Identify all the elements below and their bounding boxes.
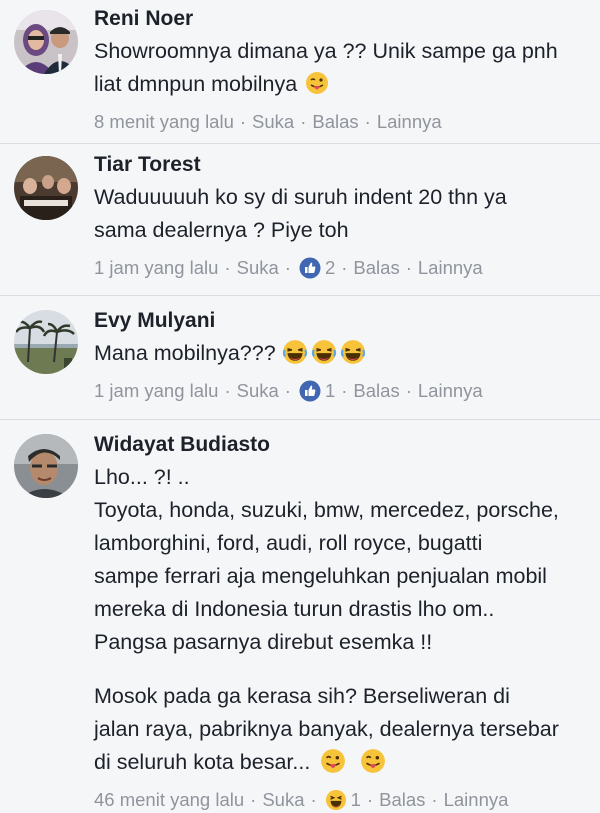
reply-button[interactable]: Balas (353, 255, 399, 281)
timestamp[interactable]: 1 jam yang lalu (94, 378, 218, 404)
comment-evy-mulyani: Evy Mulyani Mana mobilnya??? 1 jam yang … (0, 296, 600, 420)
like-button[interactable]: Suka (262, 787, 304, 813)
like-reaction-icon[interactable] (299, 257, 321, 279)
comment-text: Showroomnya dimana ya ?? Unik sampe ga p… (94, 39, 558, 96)
commenter-name[interactable]: Tiar Torest (94, 152, 590, 178)
haha-reaction-icon[interactable] (325, 789, 347, 811)
reaction-count[interactable]: 1 (325, 378, 335, 404)
tongue-out-emoji-icon (306, 72, 329, 95)
avatar[interactable] (14, 434, 78, 498)
reply-button[interactable]: Balas (379, 787, 425, 813)
comment-text: Waduuuuuh ko sy di suruh indent 20 thn y… (94, 185, 507, 242)
comment-text: Mana mobilnya??? (94, 337, 590, 370)
laughing-emoji-icon (282, 340, 307, 365)
comment-text: Lho... ?! .. Toyota, honda, suzuki, bmw,… (94, 465, 559, 774)
comment-widayat-budiasto: Widayat Budiasto Lho... ?! .. Toyota, ho… (0, 420, 600, 811)
timestamp[interactable]: 1 jam yang lalu (94, 255, 218, 281)
comment-meta: 1 jam yang lalu · Suka · 1 · Balas · Lai… (94, 378, 590, 404)
like-button[interactable]: Suka (237, 255, 279, 281)
tongue-out-emoji-icon (321, 749, 346, 774)
comment-reni-noer: Reni Noer Showroomnya dimana ya ?? Unik … (0, 0, 600, 144)
comment-tiar-torest: Tiar Torest Waduuuuuh ko sy di suruh ind… (0, 144, 600, 296)
like-reaction-icon[interactable] (299, 380, 321, 402)
laughing-emoji-icon (311, 340, 336, 365)
timestamp[interactable]: 46 menit yang lalu (94, 787, 244, 813)
avatar[interactable] (14, 310, 78, 374)
avatar[interactable] (14, 10, 78, 74)
commenter-name[interactable]: Reni Noer (94, 6, 590, 32)
comment-meta: 8 menit yang lalu · Suka · Balas · Lainn… (94, 109, 590, 135)
like-button[interactable]: Suka (252, 109, 294, 135)
comment-meta: 1 jam yang lalu · Suka · 2 · Balas · Lai… (94, 255, 590, 281)
comment-meta: 46 menit yang lalu · Suka · 1 · Balas · … (94, 787, 590, 813)
avatar[interactable] (14, 156, 78, 220)
reaction-count[interactable]: 2 (325, 255, 335, 281)
reply-button[interactable]: Balas (353, 378, 399, 404)
commenter-name[interactable]: Evy Mulyani (94, 308, 590, 334)
tongue-out-emoji-icon (361, 749, 386, 774)
more-button[interactable]: Lainnya (418, 378, 483, 404)
reaction-count[interactable]: 1 (351, 787, 361, 813)
more-button[interactable]: Lainnya (444, 787, 509, 813)
laughing-emoji-icon (340, 340, 365, 365)
timestamp[interactable]: 8 menit yang lalu (94, 109, 234, 135)
reply-button[interactable]: Balas (312, 109, 358, 135)
like-button[interactable]: Suka (237, 378, 279, 404)
commenter-name[interactable]: Widayat Budiasto (94, 432, 590, 458)
more-button[interactable]: Lainnya (377, 109, 442, 135)
more-button[interactable]: Lainnya (418, 255, 483, 281)
